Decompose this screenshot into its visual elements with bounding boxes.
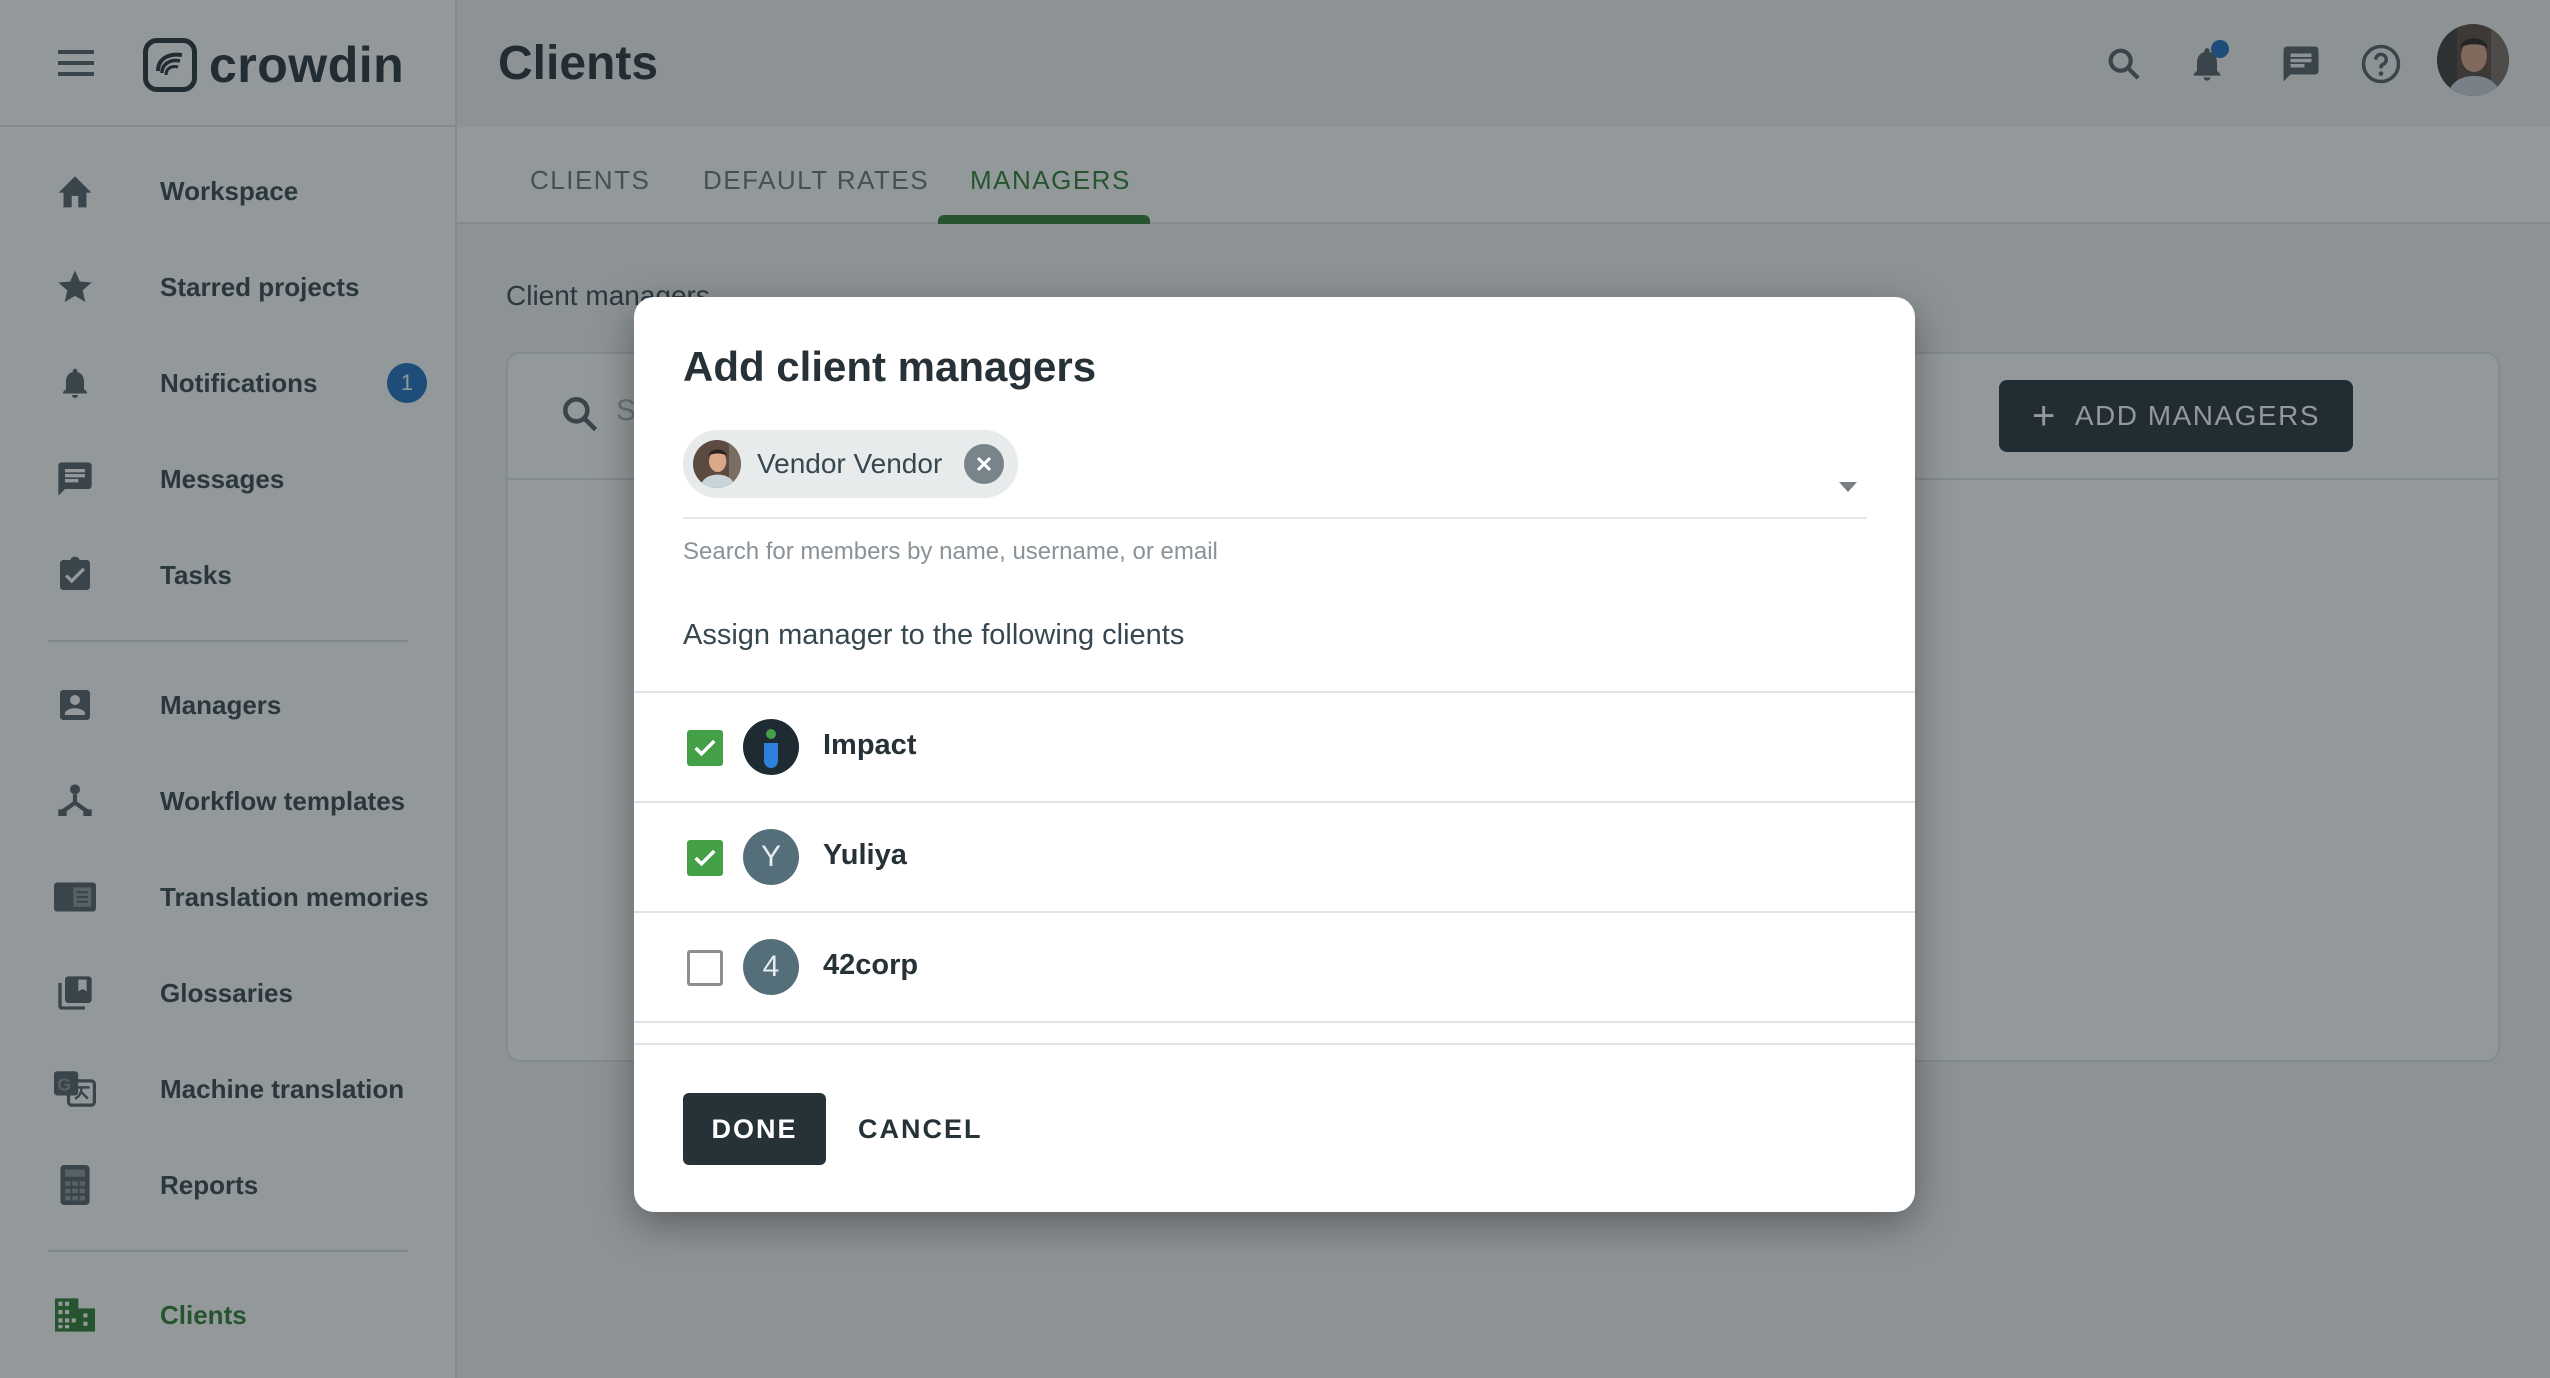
member-search-field[interactable] xyxy=(683,517,1867,519)
add-client-managers-dialog: Add client managers Vendor Vendor Search… xyxy=(634,297,1915,1212)
client-checkbox[interactable] xyxy=(687,840,723,876)
member-search-helper: Search for members by name, username, or… xyxy=(683,538,1218,565)
client-avatar-impact xyxy=(743,719,799,775)
footer-divider xyxy=(634,1043,1915,1045)
client-row[interactable]: 4 42corp xyxy=(634,913,1915,1021)
client-name: Yuliya xyxy=(823,839,907,871)
remove-member-icon[interactable] xyxy=(964,444,1005,484)
client-row[interactable]: Y Yuliya xyxy=(634,803,1915,911)
client-avatar: Y xyxy=(743,829,799,885)
client-checkbox[interactable] xyxy=(687,730,723,766)
member-name: Vendor Vendor xyxy=(757,448,943,479)
list-divider xyxy=(634,1021,1915,1023)
dialog-title: Add client managers xyxy=(683,343,1097,390)
assign-label: Assign manager to the following clients xyxy=(683,619,1185,651)
client-row[interactable]: Impact xyxy=(634,693,1915,801)
client-name: 42corp xyxy=(823,949,919,981)
cancel-button[interactable]: CANCEL xyxy=(858,1093,983,1165)
done-button[interactable]: DONE xyxy=(683,1093,826,1165)
client-checkbox[interactable] xyxy=(687,950,723,986)
client-name: Impact xyxy=(823,729,917,761)
client-avatar: 4 xyxy=(743,939,799,995)
selected-member-chip: Vendor Vendor xyxy=(683,430,1019,498)
member-avatar xyxy=(693,440,741,488)
dropdown-arrow-icon[interactable] xyxy=(1839,482,1857,492)
